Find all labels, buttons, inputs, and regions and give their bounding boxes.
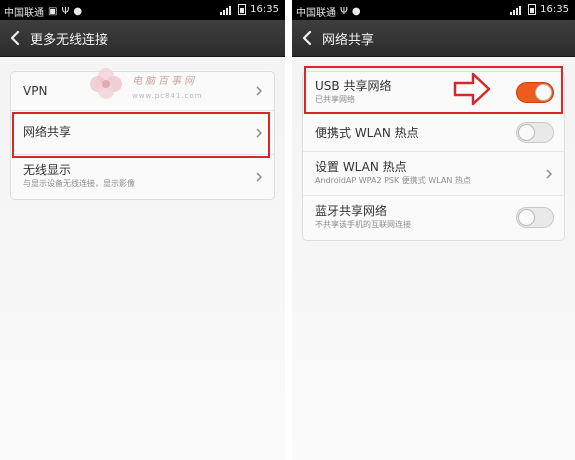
signal-icon (220, 5, 234, 15)
left-phone-screen: 中国联通 ▣ Ψ ● 16:35 更多无线连接 VPN 网络共享 无线显示 与显… (0, 0, 285, 460)
list-item-bluetooth-tethering[interactable]: 蓝牙共享网络 不共享该手机的互联网连接 (303, 196, 564, 240)
bluetooth-tethering-toggle[interactable] (516, 207, 554, 228)
wlan-hotspot-toggle[interactable] (516, 121, 554, 143)
list-item-label: 无线显示 (23, 163, 72, 177)
toggle-knob (518, 123, 535, 141)
chevron-right-icon (256, 86, 262, 96)
list-item-label: 设置 WLAN 热点 (315, 160, 407, 174)
clock: 16:35 (250, 4, 279, 15)
usb-icon: Ψ (61, 6, 70, 17)
list-item-sub: AndroidAP WPA2 PSK 便携式 WLAN 热点 (315, 176, 471, 185)
page-title: 网络共享 (322, 32, 375, 48)
list-item-wlan-hotspot[interactable]: 便携式 WLAN 热点 (303, 114, 564, 152)
chevron-right-icon (256, 127, 262, 138)
usb-icon: Ψ (340, 6, 348, 17)
right-phone-screen: 中国联通 Ψ ● 16:35 网络共享 USB 共享网络 已共享网络 便携式 W… (292, 0, 575, 460)
toggle-knob (518, 209, 535, 226)
settings-card: VPN 网络共享 无线显示 与显示设备无线连接，显示影像 (10, 71, 275, 200)
list-item-label: 网络共享 (23, 125, 72, 139)
list-item-sub: 与显示设备无线连接，显示影像 (23, 179, 135, 188)
carrier-label: 中国联通 (296, 8, 336, 19)
list-item-tethering[interactable]: 网络共享 (11, 111, 274, 155)
title-bar: 更多无线连接 (0, 20, 285, 57)
list-item-wireless-display[interactable]: 无线显示 与显示设备无线连接，显示影像 (11, 155, 274, 199)
status-bar: 中国联通 ▣ Ψ ● 16:35 (0, 0, 285, 20)
chevron-right-icon (256, 172, 262, 182)
usb-tethering-toggle[interactable] (516, 81, 554, 103)
list-item-usb-tethering[interactable]: USB 共享网络 已共享网络 (303, 72, 564, 114)
clock: 16:35 (540, 4, 569, 15)
android-icon: ● (73, 6, 83, 17)
image-icon: ▣ (48, 6, 58, 17)
right-arrow-icon (453, 72, 491, 106)
android-icon: ● (351, 6, 361, 17)
chevron-right-icon (546, 168, 552, 179)
list-item-wlan-settings[interactable]: 设置 WLAN 热点 AndroidAP WPA2 PSK 便携式 WLAN 热… (303, 152, 564, 196)
battery-icon (238, 4, 247, 15)
back-arrow-icon[interactable] (292, 20, 322, 56)
list-item-label: VPN (23, 84, 48, 98)
title-bar: 网络共享 (292, 20, 575, 57)
toggle-knob (535, 83, 552, 101)
carrier-label: 中国联通 (4, 8, 44, 19)
list-item-vpn[interactable]: VPN (11, 72, 274, 111)
status-bar: 中国联通 Ψ ● 16:35 (292, 0, 575, 20)
signal-icon (510, 5, 524, 15)
battery-icon (528, 4, 537, 15)
back-arrow-icon[interactable] (0, 20, 30, 56)
page-title: 更多无线连接 (30, 32, 109, 48)
settings-card: USB 共享网络 已共享网络 便携式 WLAN 热点 设置 WLAN 热点 An… (302, 71, 565, 241)
